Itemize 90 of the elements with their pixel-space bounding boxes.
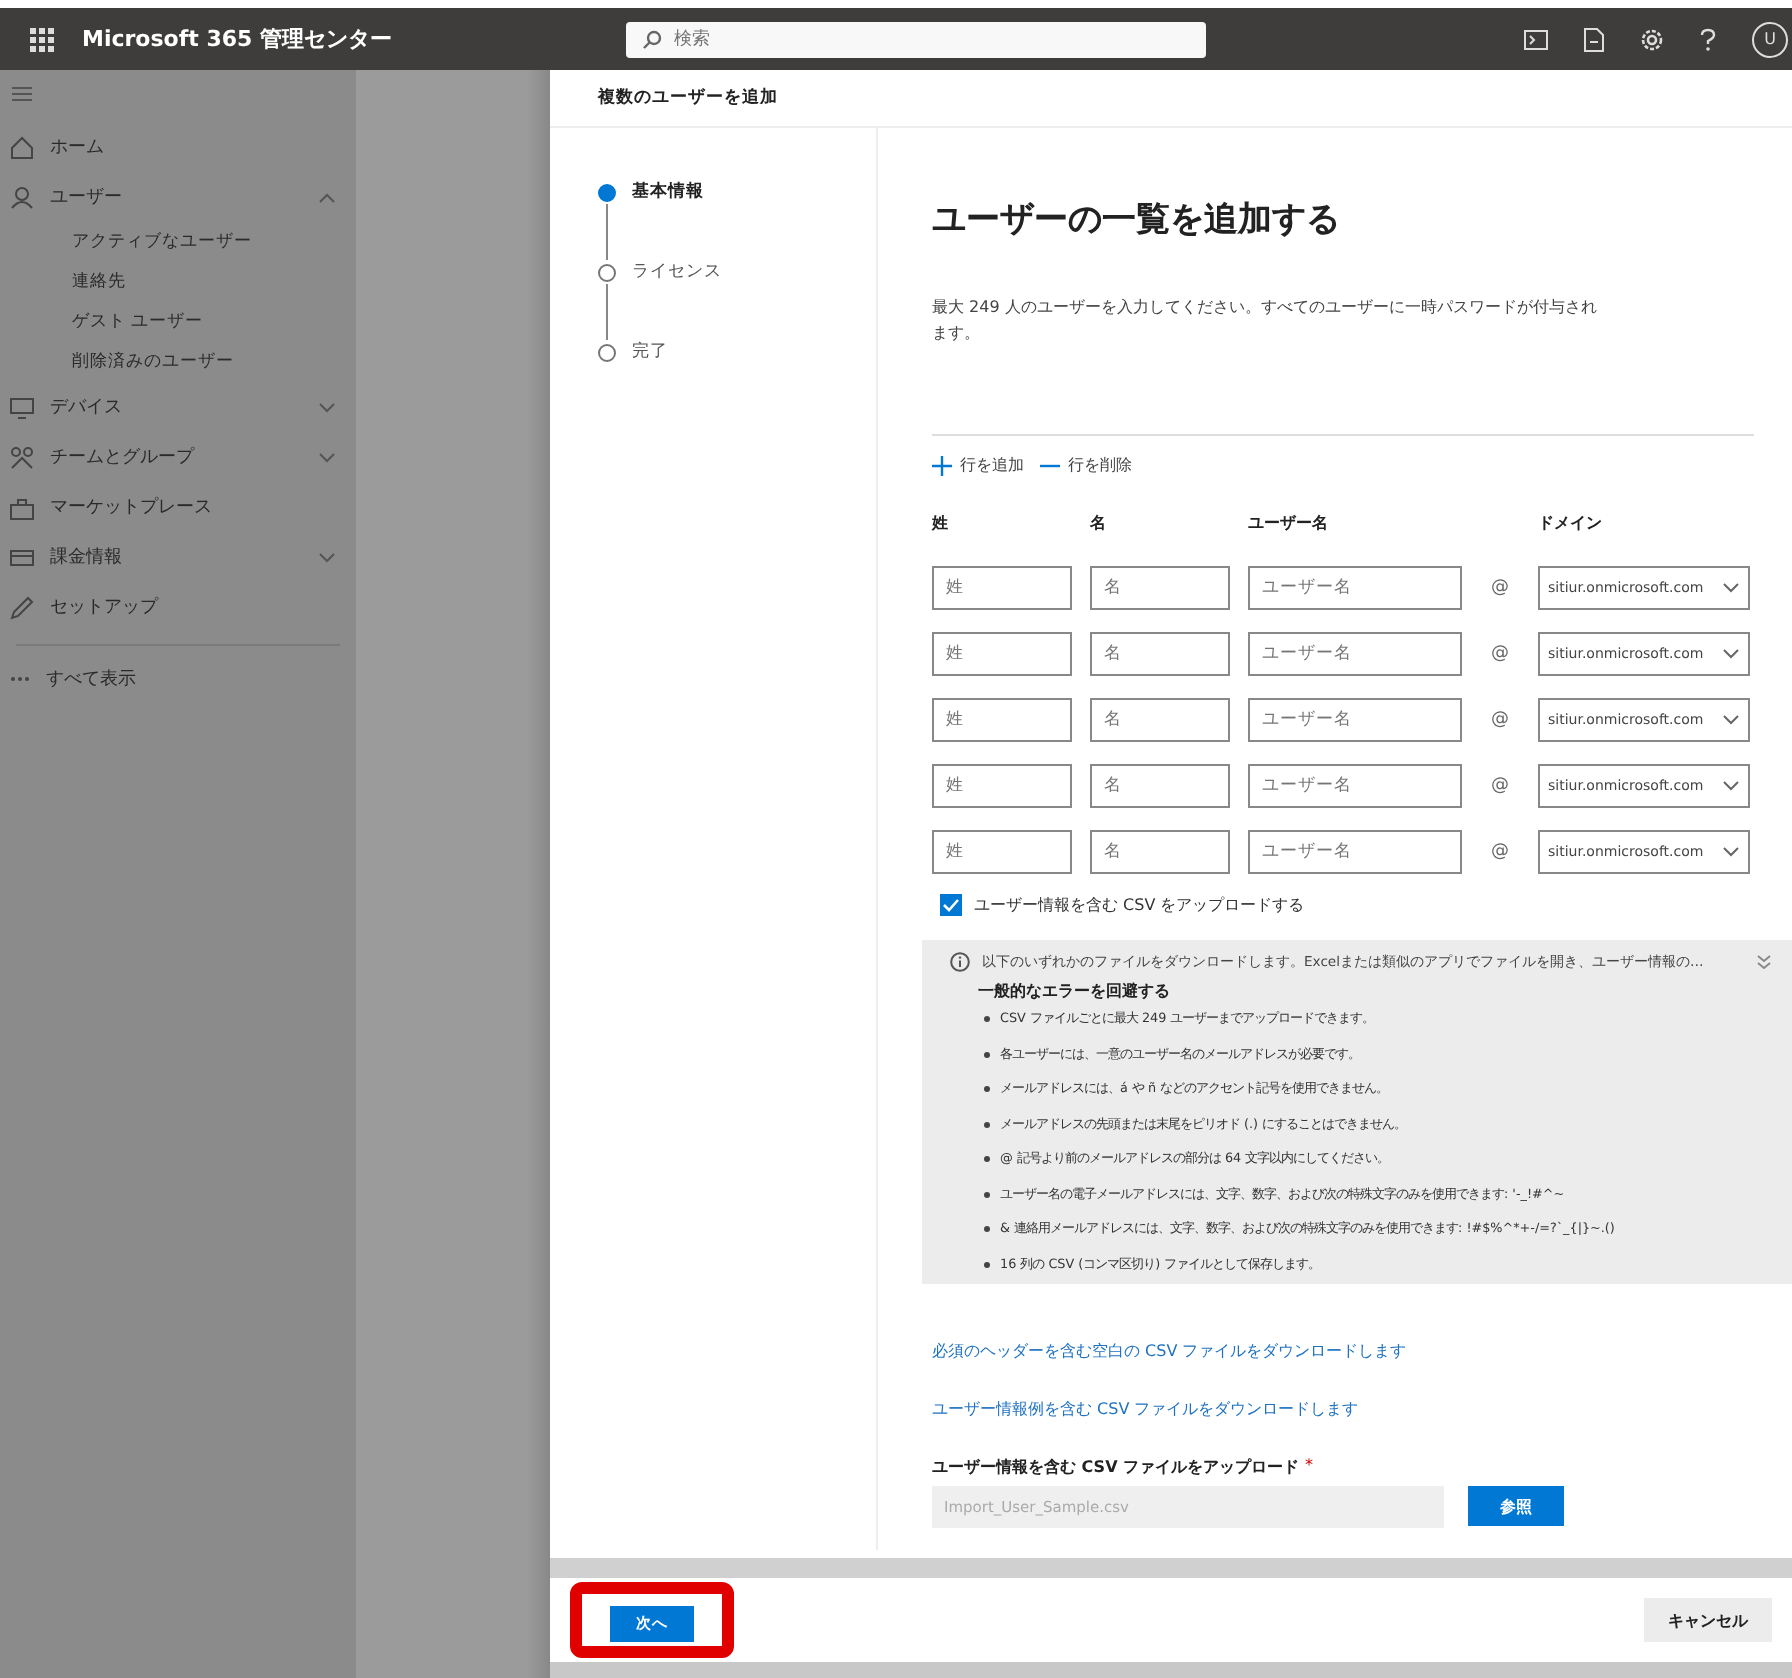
nav-item[interactable]: 課金情報 <box>0 532 356 582</box>
chevron-down-icon <box>1722 780 1740 792</box>
monitor-icon <box>10 395 34 419</box>
nav-item[interactable]: チームとグループ <box>0 432 356 482</box>
panel-title: 複数のユーザーを追加 <box>550 70 1792 128</box>
plus-icon <box>932 455 952 475</box>
input-field[interactable]: ユーザー名 <box>1248 632 1462 676</box>
chevron-down-icon <box>1722 846 1740 858</box>
input-field[interactable]: 姓 <box>932 764 1072 808</box>
people-icon <box>10 445 34 469</box>
info-heading: 一般的なエラーを回避する <box>978 980 1172 1002</box>
person-icon <box>10 185 34 209</box>
input-field[interactable]: 姓 <box>932 566 1072 610</box>
nav-item[interactable]: すべて表示 <box>0 654 356 704</box>
step-label: 基本情報 <box>632 180 704 204</box>
input-field[interactable]: 名 <box>1090 698 1230 742</box>
chevron-down-icon <box>1722 582 1740 594</box>
input-field[interactable]: ユーザー名 <box>1248 698 1462 742</box>
info-icon <box>950 952 970 972</box>
input-field[interactable]: 姓 <box>932 632 1072 676</box>
bullet-icon <box>984 1226 990 1233</box>
input-field[interactable]: 名 <box>1090 632 1230 676</box>
card-icon <box>10 545 34 569</box>
nav-item[interactable]: ユーザー <box>0 172 356 222</box>
bullet-icon <box>984 1086 990 1093</box>
chevron-down-icon <box>1722 648 1740 660</box>
delete-row-button[interactable]: 行を削除 <box>1040 454 1132 476</box>
column-header: ユーザー名 <box>1248 512 1330 534</box>
at-sign: @ <box>1489 710 1511 730</box>
horizontal-scrollbar[interactable] <box>550 1662 1792 1678</box>
column-header: 名 <box>1090 512 1108 534</box>
at-sign: @ <box>1489 842 1511 862</box>
horizontal-scrollbar[interactable] <box>550 1558 1792 1578</box>
checkbox[interactable] <box>940 894 962 916</box>
chevron-down-icon <box>1722 714 1740 726</box>
app-launcher-icon <box>30 27 54 51</box>
input-field[interactable]: ユーザー名 <box>1248 830 1462 874</box>
nav-item[interactable]: デバイス <box>0 382 356 432</box>
terminal-icon <box>1524 29 1548 49</box>
bullet-icon <box>984 1261 990 1268</box>
description-text: 最大 249 人のユーザーを入力してください。すべてのユーザーに一時パスワードが付与されます。 <box>932 296 1599 346</box>
document-icon <box>1584 27 1604 51</box>
bullet-icon <box>984 1156 990 1163</box>
app-title: Microsoft 365 管理センター <box>82 24 394 54</box>
column-header: ドメイン <box>1538 512 1604 534</box>
bullet-icon <box>984 1016 990 1023</box>
required-mark: * <box>1305 1456 1314 1478</box>
nav-item[interactable]: ホーム <box>0 122 356 172</box>
user-avatar[interactable]: U <box>1752 21 1788 57</box>
nav-subitem[interactable]: ゲスト ユーザー <box>0 302 356 342</box>
input-field[interactable]: 名 <box>1090 566 1230 610</box>
checkbox-label: ユーザー情報を含む CSV をアップロードする <box>974 894 1305 916</box>
home-icon <box>10 135 34 159</box>
nav-subitem[interactable]: アクティブなユーザー <box>0 222 356 262</box>
bullet-icon <box>984 1191 990 1198</box>
cancel-button[interactable]: キャンセル <box>1644 1598 1772 1642</box>
help-icon <box>1700 27 1716 51</box>
nav-item[interactable]: マーケットプレース <box>0 482 356 532</box>
pencil-icon <box>10 595 34 619</box>
nav-subitem[interactable]: 連絡先 <box>0 262 356 302</box>
nav-item[interactable]: セットアップ <box>0 582 356 632</box>
at-sign: @ <box>1489 644 1511 664</box>
upload-label: ユーザー情報を含む CSV ファイルをアップロード <box>932 1456 1300 1478</box>
input-field[interactable]: ユーザー名 <box>1248 566 1462 610</box>
page-heading: ユーザーの一覧を追加する <box>932 198 1342 242</box>
download-link[interactable]: ユーザー情報例を含む CSV ファイルをダウンロードします <box>932 1398 1359 1420</box>
at-sign: @ <box>1489 578 1511 598</box>
input-field[interactable]: 名 <box>1090 764 1230 808</box>
input-field[interactable]: 姓 <box>932 830 1072 874</box>
bag-icon <box>10 495 34 519</box>
input-field[interactable]: 姓 <box>932 698 1072 742</box>
input-field[interactable]: 名 <box>1090 830 1230 874</box>
download-link[interactable]: 必須のヘッダーを含む空白の CSV ファイルをダウンロードします <box>932 1340 1407 1362</box>
settings-icon <box>1640 27 1664 51</box>
column-header: 姓 <box>932 512 950 534</box>
at-sign: @ <box>1489 776 1511 796</box>
more-icon <box>10 676 30 682</box>
step-label: ライセンス <box>632 260 722 284</box>
bullet-icon <box>984 1121 990 1128</box>
browse-button[interactable]: 参照 <box>1468 1486 1564 1526</box>
bullet-icon <box>984 1051 990 1058</box>
nav-subitem[interactable]: 削除済みのユーザー <box>0 342 356 382</box>
search-icon <box>642 29 662 49</box>
minus-icon <box>1040 463 1060 467</box>
add-row-button[interactable]: 行を追加 <box>932 454 1024 476</box>
menu-icon <box>12 86 32 102</box>
step-label: 完了 <box>632 340 668 364</box>
search-field[interactable]: 検索 <box>626 21 1206 57</box>
input-field[interactable]: ユーザー名 <box>1248 764 1462 808</box>
double-chevron-down-icon <box>1756 954 1772 970</box>
